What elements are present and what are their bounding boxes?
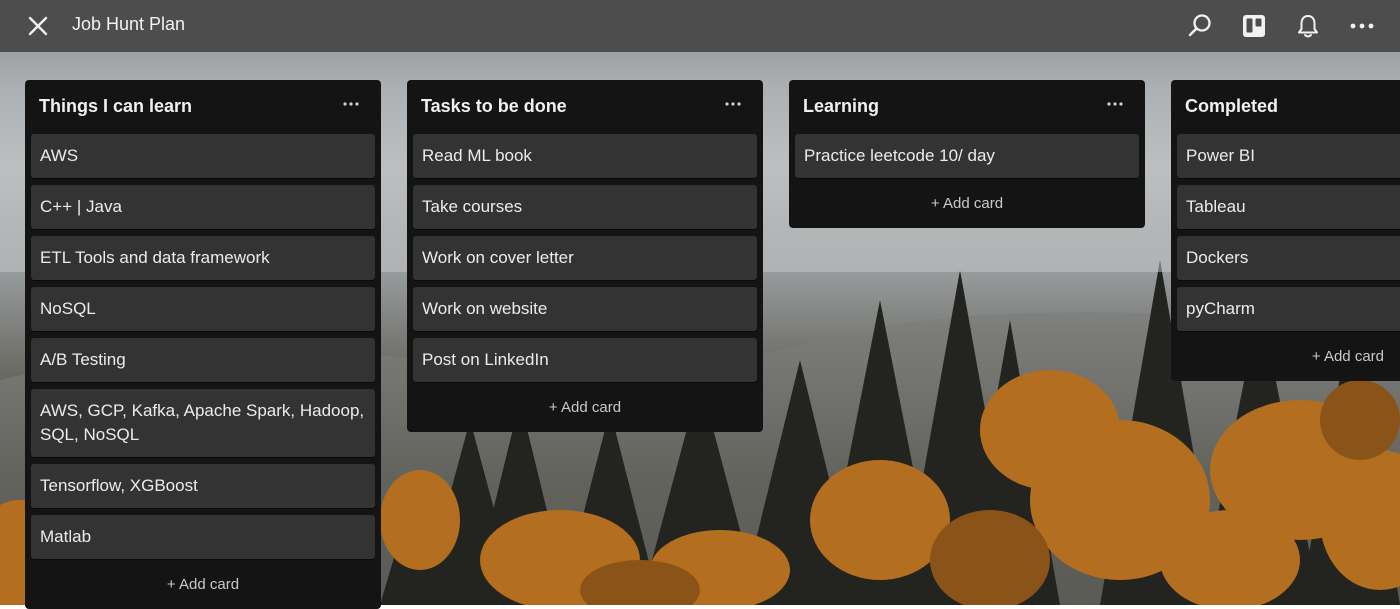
- add-card-button[interactable]: + Add card: [413, 389, 757, 422]
- list-title[interactable]: Things I can learn: [39, 96, 192, 117]
- card[interactable]: Power BI: [1177, 134, 1400, 178]
- card[interactable]: Work on cover letter: [413, 236, 757, 280]
- more-icon: [1350, 23, 1374, 29]
- add-card-button[interactable]: + Add card: [31, 566, 375, 599]
- card[interactable]: Dockers: [1177, 236, 1400, 280]
- list-header: Learning: [795, 80, 1139, 134]
- card[interactable]: C++ | Java: [31, 185, 375, 229]
- card[interactable]: AWS, GCP, Kafka, Apache Spark, Hadoop, S…: [31, 389, 375, 457]
- board-title: Job Hunt Plan: [72, 14, 186, 34]
- card[interactable]: Tableau: [1177, 185, 1400, 229]
- list-tasks-to-be-done: Tasks to be done Read ML book Take cours…: [407, 80, 763, 432]
- top-bar: Job Hunt Plan: [0, 0, 1400, 52]
- list-header: Completed: [1177, 80, 1400, 134]
- card[interactable]: Tensorflow, XGBoost: [31, 464, 375, 508]
- board-view-icon: [1243, 15, 1265, 37]
- search-icon: [1188, 14, 1211, 37]
- list-header: Tasks to be done: [413, 80, 757, 134]
- list-things-i-can-learn: Things I can learn AWS C++ | Java ETL To…: [25, 80, 381, 609]
- add-card-button[interactable]: + Add card: [1177, 338, 1400, 371]
- card[interactable]: Practice leetcode 10/ day: [795, 134, 1139, 178]
- close-button[interactable]: [22, 10, 54, 42]
- card[interactable]: NoSQL: [31, 287, 375, 331]
- more-icon: [1107, 102, 1123, 106]
- card[interactable]: Read ML book: [413, 134, 757, 178]
- card[interactable]: pyCharm: [1177, 287, 1400, 331]
- list-header: Things I can learn: [31, 80, 375, 134]
- list-menu-button[interactable]: [339, 94, 363, 114]
- list-learning: Learning Practice leetcode 10/ day + Add…: [789, 80, 1145, 228]
- add-card-button[interactable]: + Add card: [795, 185, 1139, 218]
- card[interactable]: A/B Testing: [31, 338, 375, 382]
- search-button[interactable]: [1184, 10, 1216, 42]
- list-menu-button[interactable]: [721, 94, 745, 114]
- more-icon: [343, 102, 359, 106]
- card[interactable]: ETL Tools and data framework: [31, 236, 375, 280]
- list-title[interactable]: Tasks to be done: [421, 96, 567, 117]
- more-options-button[interactable]: [1346, 10, 1378, 42]
- notifications-button[interactable]: [1292, 10, 1324, 42]
- list-menu-button[interactable]: [1103, 94, 1127, 114]
- card[interactable]: Work on website: [413, 287, 757, 331]
- list-title[interactable]: Learning: [803, 96, 879, 117]
- card[interactable]: Post on LinkedIn: [413, 338, 757, 382]
- list-completed: Completed Power BI Tableau Dockers pyCha…: [1171, 80, 1400, 381]
- list-title[interactable]: Completed: [1185, 96, 1278, 117]
- card[interactable]: AWS: [31, 134, 375, 178]
- more-icon: [725, 102, 741, 106]
- bell-icon: [1298, 15, 1318, 38]
- card[interactable]: Matlab: [31, 515, 375, 559]
- board-view-button[interactable]: [1238, 10, 1270, 42]
- card[interactable]: Take courses: [413, 185, 757, 229]
- close-icon: [28, 16, 48, 36]
